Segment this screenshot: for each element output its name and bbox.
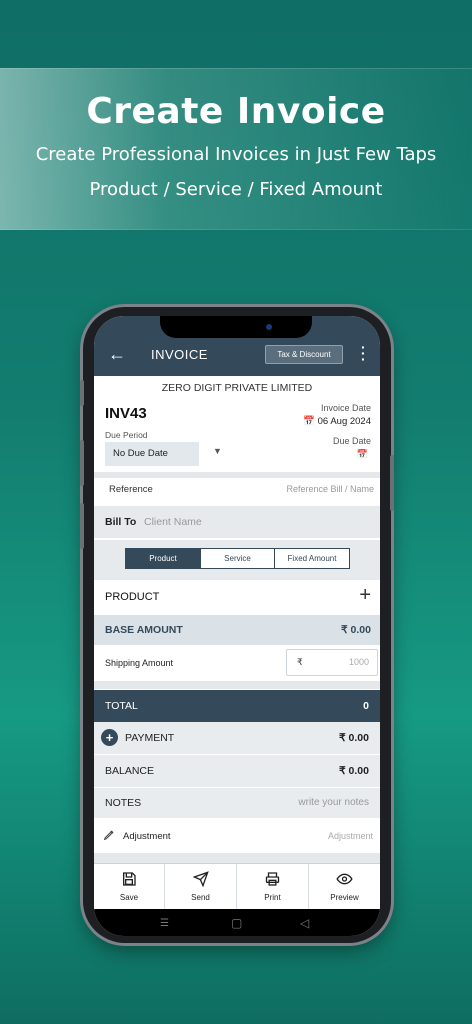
- add-payment-icon[interactable]: +: [101, 729, 118, 746]
- product-row[interactable]: PRODUCT +: [94, 582, 380, 612]
- print-label: Print: [264, 893, 281, 902]
- shipping-placeholder: 1000: [348, 657, 369, 667]
- tax-discount-button[interactable]: Tax & Discount: [265, 345, 343, 364]
- save-icon: [123, 872, 136, 886]
- app-screen: ← INVOICE Tax & Discount · · · ZERO DIGIT …: [94, 316, 380, 936]
- preview-button[interactable]: Preview: [309, 864, 380, 909]
- payment-label: PAYMENT: [125, 732, 175, 744]
- bottom-action-bar: Save Send Print Preview: [94, 863, 380, 909]
- print-icon: [265, 872, 280, 886]
- tab-product[interactable]: Product: [125, 548, 201, 569]
- rupee-icon: ₹: [297, 657, 303, 667]
- due-period-label: Due Period: [105, 430, 148, 440]
- notes-row[interactable]: NOTES write your notes: [94, 788, 380, 818]
- balance-label: BALANCE: [105, 765, 155, 777]
- shipping-row: Shipping Amount ₹ 1000: [94, 647, 380, 679]
- invoice-date-value: 06 Aug 2024: [317, 416, 371, 427]
- due-period-select[interactable]: No Due Date: [105, 442, 199, 466]
- balance-row: BALANCE ₹ 0.00: [94, 755, 380, 787]
- camera-icon: [266, 324, 272, 330]
- save-label: Save: [119, 893, 139, 902]
- total-row: TOTAL 0: [94, 690, 380, 722]
- adjustment-label: Adjustment: [123, 831, 171, 842]
- chevron-down-icon[interactable]: ▼: [213, 446, 222, 456]
- payment-value: ₹ 0.00: [338, 732, 369, 744]
- company-name: ZERO DIGIT PRIVATE LIMITED: [161, 382, 313, 394]
- send-icon: [192, 871, 209, 888]
- divider: [94, 853, 380, 863]
- plus-icon[interactable]: +: [359, 584, 371, 607]
- arrow-left-icon[interactable]: ←: [108, 344, 126, 365]
- payment-row[interactable]: + PAYMENT ₹ 0.00: [94, 722, 380, 754]
- client-name-input[interactable]: Client Name: [144, 516, 202, 528]
- banner-subtitle-types: Product / Service / Fixed Amount: [89, 179, 383, 200]
- divider: [94, 681, 380, 689]
- more-vertical-icon[interactable]: · · ·: [361, 340, 366, 366]
- shipping-input[interactable]: ₹ 1000: [286, 649, 378, 676]
- reference-input[interactable]: Reference Bill / Name: [286, 484, 374, 494]
- total-label: TOTAL: [105, 700, 138, 712]
- invoice-number[interactable]: INV43: [105, 405, 147, 422]
- page-title: INVOICE: [151, 347, 208, 362]
- calendar-icon: 📅: [303, 416, 315, 427]
- reference-field[interactable]: Reference Reference Bill / Name: [94, 478, 380, 502]
- save-button[interactable]: Save: [94, 864, 165, 909]
- invoice-date-field[interactable]: 📅 06 Aug 2024: [303, 416, 371, 427]
- tab-service[interactable]: Service: [200, 548, 275, 569]
- bill-to-field[interactable]: Bill To Client Name: [94, 506, 380, 538]
- recent-apps-icon[interactable]: ☰: [160, 918, 169, 929]
- balance-value: ₹ 0.00: [338, 765, 369, 777]
- adjustment-input[interactable]: Adjustment: [328, 831, 373, 841]
- pencil-icon: [103, 828, 116, 844]
- phone-power-button: [390, 455, 394, 511]
- notes-input[interactable]: write your notes: [298, 797, 369, 808]
- tab-fixed-amount[interactable]: Fixed Amount: [274, 548, 350, 569]
- promo-banner: Create Invoice Create Professional Invoi…: [0, 68, 472, 230]
- item-type-tabs: Product Service Fixed Amount: [94, 540, 380, 580]
- send-label: Send: [191, 893, 210, 902]
- phone-notch: [160, 316, 312, 338]
- base-amount-row: BASE AMOUNT ₹ 0.00: [94, 615, 380, 645]
- shipping-label: Shipping Amount: [105, 658, 174, 668]
- phone-volume-up-button: [80, 440, 84, 486]
- base-amount-label: BASE AMOUNT: [105, 624, 183, 636]
- product-label: PRODUCT: [105, 591, 160, 603]
- banner-title: Create Invoice: [86, 91, 386, 132]
- home-icon[interactable]: ▢: [231, 916, 242, 930]
- total-value: 0: [363, 700, 369, 712]
- notes-label: NOTES: [105, 797, 142, 809]
- base-amount-value: ₹ 0.00: [340, 624, 371, 636]
- bill-to-label: Bill To: [105, 516, 137, 528]
- reference-label: Reference: [109, 484, 153, 495]
- send-button[interactable]: Send: [165, 864, 237, 909]
- system-nav-bar: ☰ ▢ ◁: [94, 909, 380, 936]
- adjustment-row[interactable]: Adjustment Adjustment: [94, 820, 380, 852]
- calendar-icon[interactable]: 📅: [357, 449, 368, 460]
- back-icon[interactable]: ◁: [300, 916, 309, 930]
- preview-label: Preview: [330, 893, 359, 902]
- phone-side-button: [80, 380, 84, 406]
- due-date-label: Due Date: [332, 436, 371, 446]
- eye-icon: [336, 873, 353, 885]
- print-button[interactable]: Print: [237, 864, 309, 909]
- banner-subtitle: Create Professional Invoices in Just Few…: [35, 144, 437, 165]
- invoice-date-label: Invoice Date: [320, 403, 371, 413]
- phone-volume-down-button: [80, 503, 84, 549]
